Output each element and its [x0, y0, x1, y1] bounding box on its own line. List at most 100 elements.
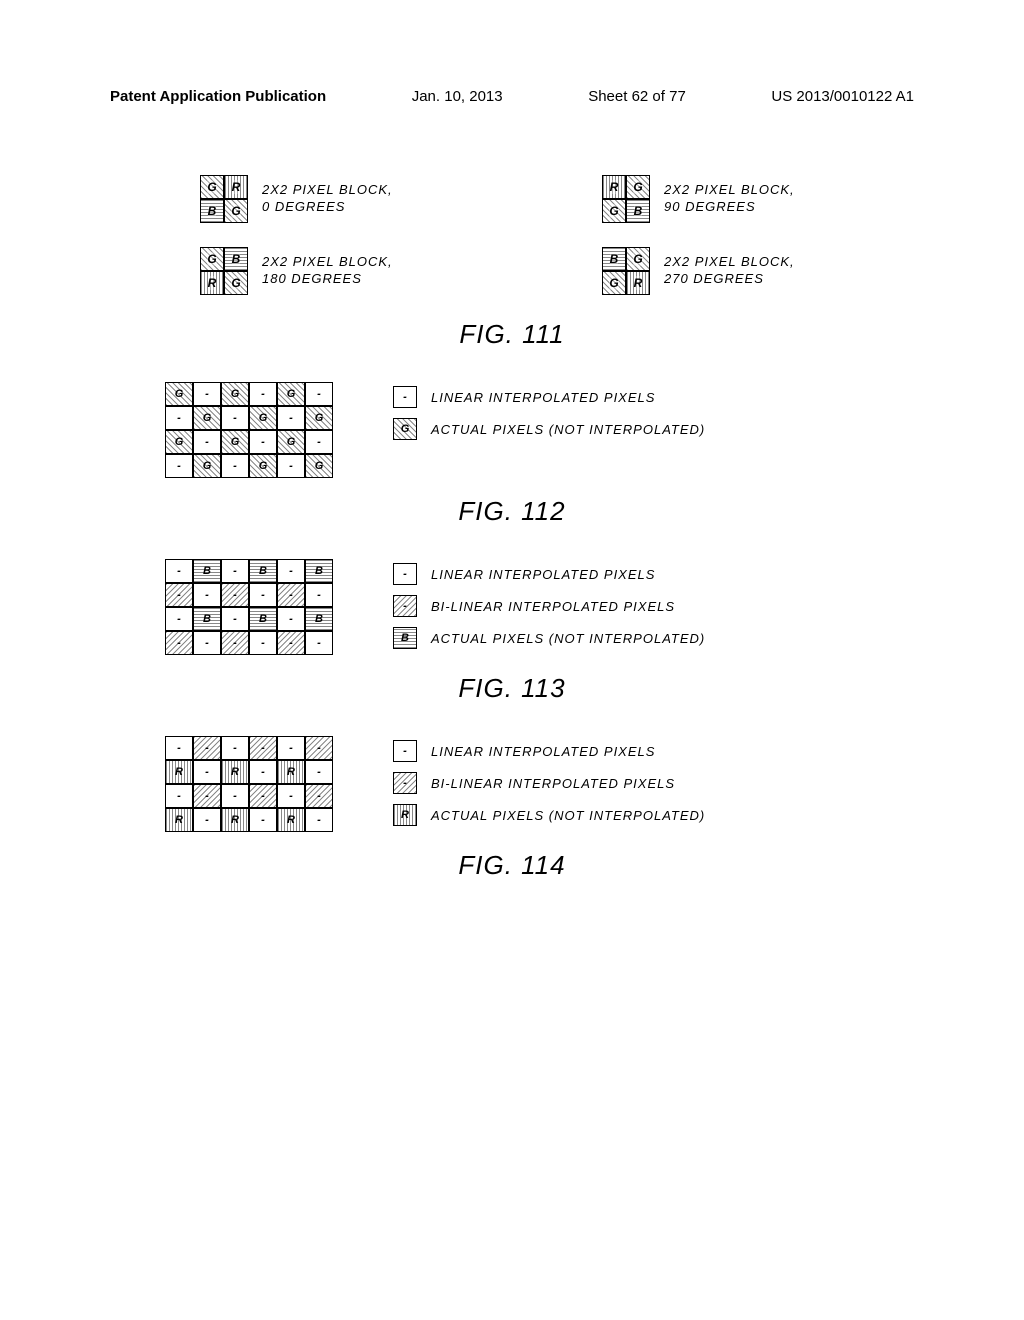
- fig112-grid: G-G-G--G-G-GG-G-G--G-G-G: [165, 382, 333, 478]
- grid-cell: -: [221, 406, 249, 430]
- legend-row: BACTUAL PIXELS (NOT INTERPOLATED): [393, 627, 705, 649]
- grid-cell: -: [305, 760, 333, 784]
- fig-113: -B-B-B-------B-B-B------ -LINEAR INTERPO…: [110, 559, 914, 704]
- pixel-cell: G: [224, 199, 248, 223]
- label-line: 2X2 PIXEL BLOCK,: [664, 254, 795, 271]
- grid-cell: -: [221, 607, 249, 631]
- block-label-270: 2X2 PIXEL BLOCK, 270 DEGREES: [664, 254, 795, 288]
- grid-cell: -: [249, 808, 277, 832]
- label-line: 90 DEGREES: [664, 199, 795, 216]
- block-label-0: 2X2 PIXEL BLOCK, 0 DEGREES: [262, 182, 393, 216]
- legend-swatch: -: [393, 740, 417, 762]
- fig114-grid: ------R-R-R-------R-R-R-: [165, 736, 333, 832]
- pixel-cell: G: [200, 175, 224, 199]
- grid-cell: G: [277, 430, 305, 454]
- pixel-block-90: RGGB: [602, 175, 650, 223]
- legend-row: -LINEAR INTERPOLATED PIXELS: [393, 740, 705, 762]
- pixel-cell: G: [626, 175, 650, 199]
- fig112-body: G-G-G--G-G-GG-G-G--G-G-G -LINEAR INTERPO…: [110, 382, 914, 478]
- grid-cell: -: [305, 736, 333, 760]
- legend-swatch: -: [393, 386, 417, 408]
- fig111-row-bottom: GBRG 2X2 PIXEL BLOCK, 180 DEGREES BGGR 2…: [110, 247, 914, 295]
- grid-cell: R: [165, 760, 193, 784]
- header-pubnum: US 2013/0010122 A1: [771, 88, 914, 105]
- pixel-block-0: GRBG: [200, 175, 248, 223]
- grid-cell: -: [277, 631, 305, 655]
- grid-cell: -: [305, 808, 333, 832]
- grid-cell: -: [165, 607, 193, 631]
- fig113-body: -B-B-B-------B-B-B------ -LINEAR INTERPO…: [110, 559, 914, 655]
- fig-114: ------R-R-R-------R-R-R- -LINEAR INTERPO…: [110, 736, 914, 881]
- grid-cell: -: [249, 760, 277, 784]
- grid-cell: -: [277, 583, 305, 607]
- grid-cell: -: [277, 736, 305, 760]
- grid-cell: R: [277, 808, 305, 832]
- grid-cell: R: [277, 760, 305, 784]
- grid-cell: G: [165, 430, 193, 454]
- pixel-cell: G: [626, 247, 650, 271]
- grid-cell: -: [165, 559, 193, 583]
- grid-cell: G: [221, 430, 249, 454]
- legend-text: BI-LINEAR INTERPOLATED PIXELS: [431, 599, 675, 614]
- grid-cell: -: [221, 559, 249, 583]
- pixel-cell: B: [602, 247, 626, 271]
- grid-cell: -: [221, 454, 249, 478]
- fig113-caption: FIG. 113: [110, 673, 914, 704]
- block-label-180: 2X2 PIXEL BLOCK, 180 DEGREES: [262, 254, 393, 288]
- legend-swatch: -: [393, 595, 417, 617]
- grid-cell: -: [221, 784, 249, 808]
- label-line: 2X2 PIXEL BLOCK,: [262, 182, 393, 199]
- label-line: 270 DEGREES: [664, 271, 795, 288]
- fig114-legend: -LINEAR INTERPOLATED PIXELS-BI-LINEAR IN…: [393, 736, 705, 826]
- pixel-cell: R: [626, 271, 650, 295]
- grid-cell: -: [249, 430, 277, 454]
- legend-row: -LINEAR INTERPOLATED PIXELS: [393, 386, 705, 408]
- grid-cell: -: [305, 583, 333, 607]
- legend-row: G ACTUAL PIXELS (NOT INTERPOLATED): [393, 418, 705, 440]
- grid-cell: B: [249, 607, 277, 631]
- legend-row: -LINEAR INTERPOLATED PIXELS: [393, 563, 705, 585]
- grid-cell: -: [305, 382, 333, 406]
- legend-row: RACTUAL PIXELS (NOT INTERPOLATED): [393, 804, 705, 826]
- legend-text: LINEAR INTERPOLATED PIXELS: [431, 390, 655, 405]
- legend-text: LINEAR INTERPOLATED PIXELS: [431, 567, 655, 582]
- grid-cell: -: [193, 631, 221, 655]
- grid-cell: G: [221, 382, 249, 406]
- grid-cell: -: [165, 454, 193, 478]
- grid-cell: R: [221, 760, 249, 784]
- grid-cell: B: [305, 607, 333, 631]
- legend-text: ACTUAL PIXELS (NOT INTERPOLATED): [431, 422, 705, 437]
- fig111-caption: FIG. 111: [110, 319, 914, 350]
- grid-cell: -: [305, 631, 333, 655]
- grid-cell: R: [165, 808, 193, 832]
- pixel-cell: R: [200, 271, 224, 295]
- pixel-cell: G: [224, 271, 248, 295]
- label-line: 180 DEGREES: [262, 271, 393, 288]
- grid-cell: -: [165, 631, 193, 655]
- pixel-cell: B: [200, 199, 224, 223]
- page-header: Patent Application Publication Jan. 10, …: [0, 0, 1024, 105]
- pixel-cell: B: [626, 199, 650, 223]
- grid-cell: -: [277, 784, 305, 808]
- legend-swatch: G: [393, 418, 417, 440]
- fig-111: GRBG 2X2 PIXEL BLOCK, 0 DEGREES RGGB 2X2…: [110, 175, 914, 350]
- legend-text: LINEAR INTERPOLATED PIXELS: [431, 744, 655, 759]
- grid-cell: -: [249, 583, 277, 607]
- header-date: Jan. 10, 2013: [412, 88, 503, 105]
- grid-cell: -: [277, 406, 305, 430]
- grid-cell: -: [221, 631, 249, 655]
- grid-cell: -: [277, 559, 305, 583]
- page-content: GRBG 2X2 PIXEL BLOCK, 0 DEGREES RGGB 2X2…: [0, 105, 1024, 881]
- legend-row: -BI-LINEAR INTERPOLATED PIXELS: [393, 595, 705, 617]
- header-sheet: Sheet 62 of 77: [588, 88, 686, 105]
- grid-cell: -: [193, 784, 221, 808]
- grid-cell: -: [193, 736, 221, 760]
- block-0deg: GRBG 2X2 PIXEL BLOCK, 0 DEGREES: [200, 175, 512, 223]
- pixel-cell: R: [602, 175, 626, 199]
- fig113-grid: -B-B-B-------B-B-B------: [165, 559, 333, 655]
- fig111-row-top: GRBG 2X2 PIXEL BLOCK, 0 DEGREES RGGB 2X2…: [110, 175, 914, 223]
- legend-swatch: -: [393, 772, 417, 794]
- grid-cell: B: [193, 559, 221, 583]
- label-line: 0 DEGREES: [262, 199, 393, 216]
- grid-cell: B: [193, 607, 221, 631]
